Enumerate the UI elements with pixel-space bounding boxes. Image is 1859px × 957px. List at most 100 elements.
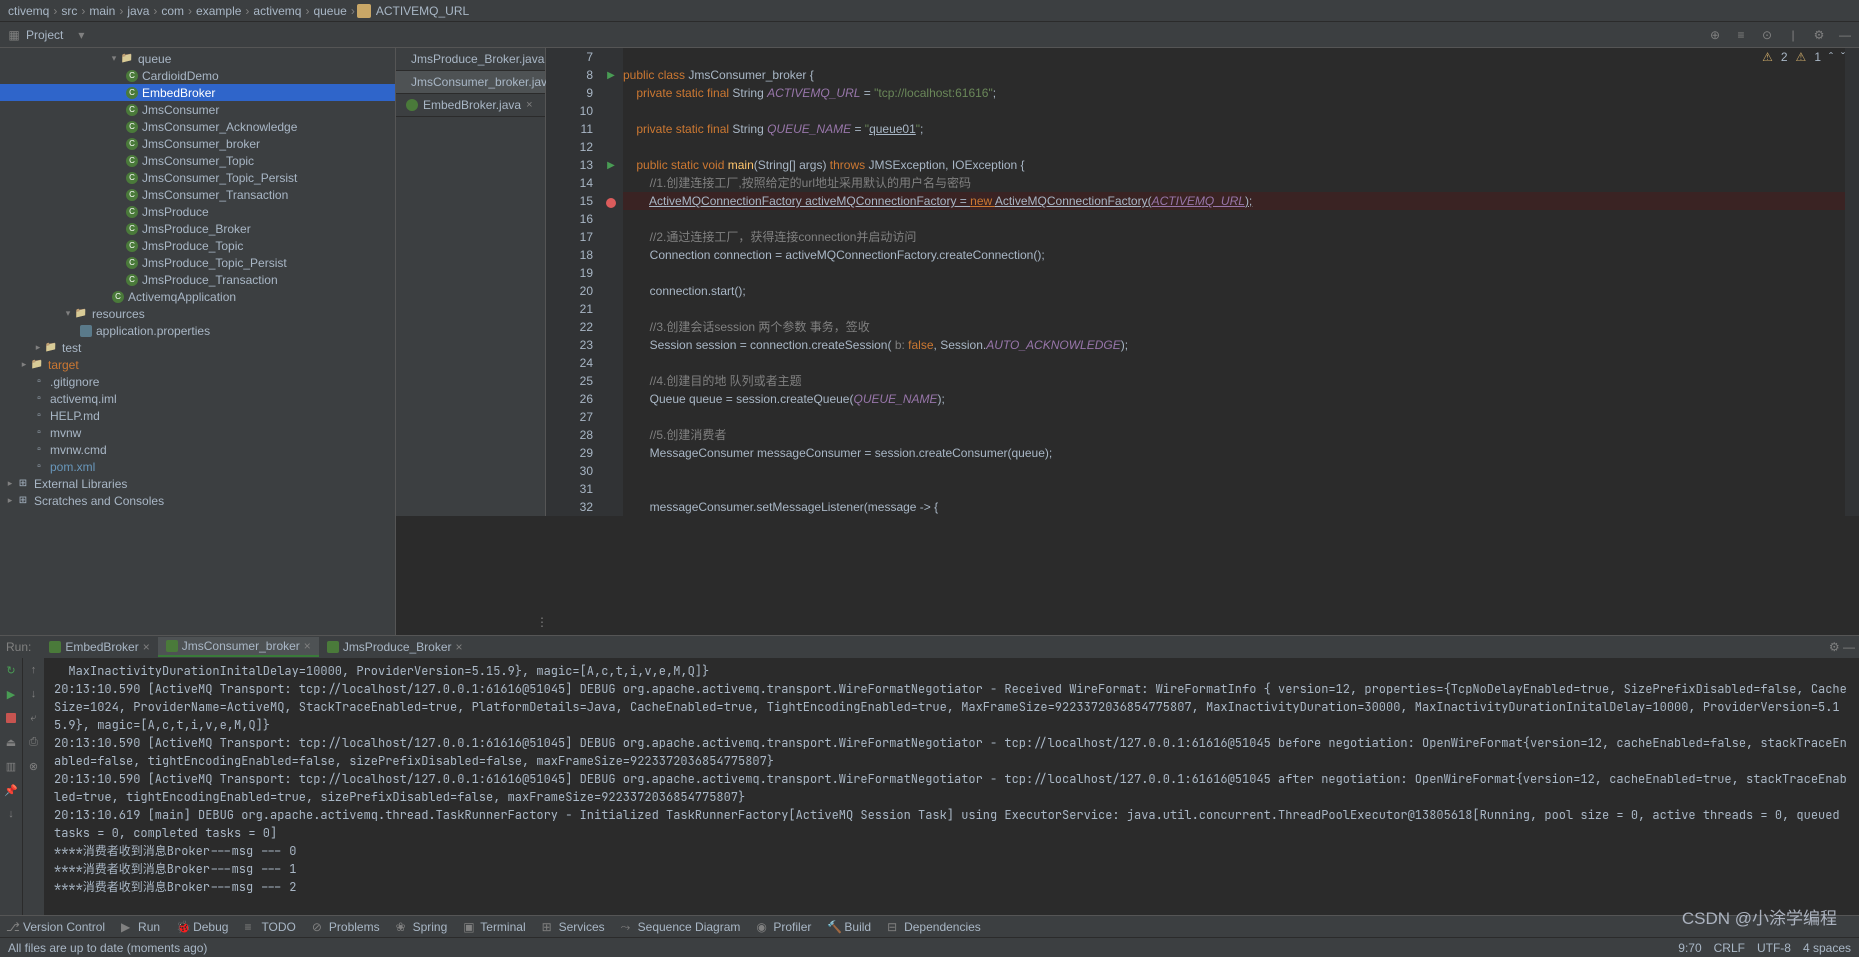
tree-row[interactable]: ActivemqApplication xyxy=(0,288,395,305)
breadcrumb-item[interactable]: example xyxy=(194,4,243,18)
tool-window-button[interactable]: ◉Profiler xyxy=(756,920,811,934)
tree-row[interactable]: ▫mvnw.cmd xyxy=(0,441,395,458)
code-line[interactable]: //5.创建消费者 xyxy=(623,426,1859,444)
down-icon[interactable]: ↓ xyxy=(3,806,19,822)
line-number[interactable]: 12 xyxy=(554,138,593,156)
run-gutter-icon[interactable]: ▶ xyxy=(604,158,618,172)
project-tool-icon[interactable]: ▦ xyxy=(6,27,22,43)
exit-icon[interactable]: ⏏ xyxy=(3,734,19,750)
gear-icon[interactable]: ⚙ xyxy=(1811,27,1827,43)
tree-row[interactable]: JmsProduce_Transaction xyxy=(0,271,395,288)
arrow-icon[interactable]: ▸ xyxy=(4,478,16,489)
tree-row[interactable]: ▸📁target xyxy=(0,356,395,373)
tree-row[interactable]: EmbedBroker xyxy=(0,84,395,101)
code-line[interactable]: messageConsumer.setMessageListener(messa… xyxy=(623,498,1859,516)
tool-window-button[interactable]: ▶Run xyxy=(121,920,160,934)
tree-row[interactable]: JmsConsumer_Topic_Persist xyxy=(0,169,395,186)
line-number[interactable]: 28 xyxy=(554,426,593,444)
tree-row[interactable]: ▸📁test xyxy=(0,339,395,356)
line-number[interactable]: 16 xyxy=(554,210,593,228)
breadcrumb-item[interactable]: ctivemq xyxy=(6,4,51,18)
down2-icon[interactable]: ↓ xyxy=(26,686,42,702)
tool-window-button[interactable]: ⤳Sequence Diagram xyxy=(621,920,741,934)
breakpoint-icon[interactable] xyxy=(604,196,618,210)
tree-row[interactable]: application.properties xyxy=(0,322,395,339)
tree-row[interactable]: ▫.gitignore xyxy=(0,373,395,390)
editor-tab[interactable]: JmsConsumer_broker.java× xyxy=(396,71,545,94)
console-output[interactable]: MaxInactivityDurationInitalDelay=10000, … xyxy=(44,658,1859,915)
chevron-down-icon[interactable]: ˇ xyxy=(1841,50,1845,64)
close-icon[interactable]: × xyxy=(143,640,150,654)
tree-row[interactable]: ▸⊞Scratches and Consoles xyxy=(0,492,395,509)
status-item[interactable]: 4 spaces xyxy=(1803,941,1851,955)
code-line[interactable]: public static void main(String[] args) t… xyxy=(623,156,1859,174)
tool-window-button[interactable]: ▣Terminal xyxy=(463,920,525,934)
breadcrumb-item[interactable]: queue xyxy=(311,4,348,18)
code-line[interactable] xyxy=(623,138,1859,156)
code-line[interactable] xyxy=(623,264,1859,282)
code-line[interactable]: Connection connection = activeMQConnecti… xyxy=(623,246,1859,264)
tree-row[interactable]: JmsProduce_Broker xyxy=(0,220,395,237)
run-config-tab[interactable]: JmsConsumer_broker× xyxy=(158,637,319,657)
code-line[interactable]: Session session = connection.createSessi… xyxy=(623,336,1859,354)
code-line[interactable] xyxy=(623,462,1859,480)
status-item[interactable]: CRLF xyxy=(1714,941,1745,955)
tree-row[interactable]: JmsConsumer_Acknowledge xyxy=(0,118,395,135)
run-icon[interactable]: ▶ xyxy=(3,686,19,702)
line-number[interactable]: 8 xyxy=(554,66,593,84)
breadcrumb-item[interactable]: activemq xyxy=(251,4,303,18)
hide-icon[interactable]: — xyxy=(1837,27,1853,43)
code-line[interactable]: public class JmsConsumer_broker { xyxy=(623,66,1859,84)
line-number[interactable]: 17 xyxy=(554,228,593,246)
arrow-icon[interactable]: ▾ xyxy=(62,308,74,319)
line-number[interactable]: 27 xyxy=(554,408,593,426)
code-line[interactable]: MessageConsumer messageConsumer = sessio… xyxy=(623,444,1859,462)
expand-icon[interactable]: ⊕ xyxy=(1707,27,1723,43)
line-number[interactable]: 7 xyxy=(554,48,593,66)
tool-window-button[interactable]: 🔨Build xyxy=(827,920,871,934)
status-item[interactable]: UTF-8 xyxy=(1757,941,1791,955)
code-line[interactable]: private static final String QUEUE_NAME =… xyxy=(623,120,1859,138)
code-line[interactable] xyxy=(623,48,1859,66)
line-number[interactable]: 24 xyxy=(554,354,593,372)
more-icon[interactable]: ⋮ xyxy=(536,615,548,629)
tool-window-button[interactable]: 🐞Debug xyxy=(176,920,228,934)
line-number[interactable]: 26 xyxy=(554,390,593,408)
tree-row[interactable]: ▫mvnw xyxy=(0,424,395,441)
tree-row[interactable]: ▾📁queue xyxy=(0,50,395,67)
code-line[interactable]: private static final String ACTIVEMQ_URL… xyxy=(623,84,1859,102)
line-number[interactable]: 29 xyxy=(554,444,593,462)
pin-icon[interactable]: 📌 xyxy=(3,782,19,798)
tree-row[interactable]: ▫activemq.iml xyxy=(0,390,395,407)
line-number[interactable]: 19 xyxy=(554,264,593,282)
code-line[interactable]: //4.创建目的地 队列或者主题 xyxy=(623,372,1859,390)
wrap-icon[interactable]: ⤶ xyxy=(26,710,42,726)
code-line[interactable] xyxy=(623,210,1859,228)
collapse-icon[interactable]: ≡ xyxy=(1733,27,1749,43)
line-number[interactable]: 10 xyxy=(554,102,593,120)
tree-row[interactable]: CardioidDemo xyxy=(0,67,395,84)
tree-row[interactable]: JmsProduce xyxy=(0,203,395,220)
run-gutter-icon[interactable]: ▶ xyxy=(604,68,618,82)
up-icon[interactable]: ↑ xyxy=(26,662,42,678)
tool-window-button[interactable]: ⊞Services xyxy=(542,920,605,934)
run-config-tab[interactable]: EmbedBroker× xyxy=(41,637,157,657)
line-number[interactable]: 23 xyxy=(554,336,593,354)
tree-row[interactable]: JmsConsumer_Topic xyxy=(0,152,395,169)
line-number[interactable]: 32 xyxy=(554,498,593,516)
clear-icon[interactable]: ⊗ xyxy=(26,758,42,774)
code-line[interactable]: //1.创建连接工厂,按照给定的url地址采用默认的用户名与密码 xyxy=(623,174,1859,192)
close-icon[interactable]: × xyxy=(526,99,532,111)
gear-icon[interactable]: ⚙ — xyxy=(1829,640,1855,654)
tree-row[interactable]: ▾📁resources xyxy=(0,305,395,322)
code-line[interactable] xyxy=(623,408,1859,426)
line-number[interactable]: 31 xyxy=(554,480,593,498)
project-tree[interactable]: ▾📁queueCardioidDemoEmbedBroker JmsConsume… xyxy=(0,48,396,635)
tool-window-button[interactable]: ⎇Version Control xyxy=(6,920,105,934)
tree-row[interactable]: JmsProduce_Topic_Persist xyxy=(0,254,395,271)
line-number[interactable]: 22 xyxy=(554,318,593,336)
project-label[interactable]: Project xyxy=(26,28,63,42)
line-number[interactable]: 20 xyxy=(554,282,593,300)
code-line[interactable]: //3.创建会话session 两个参数 事务，签收 xyxy=(623,318,1859,336)
code-line[interactable]: Queue queue = session.createQueue(QUEUE_… xyxy=(623,390,1859,408)
